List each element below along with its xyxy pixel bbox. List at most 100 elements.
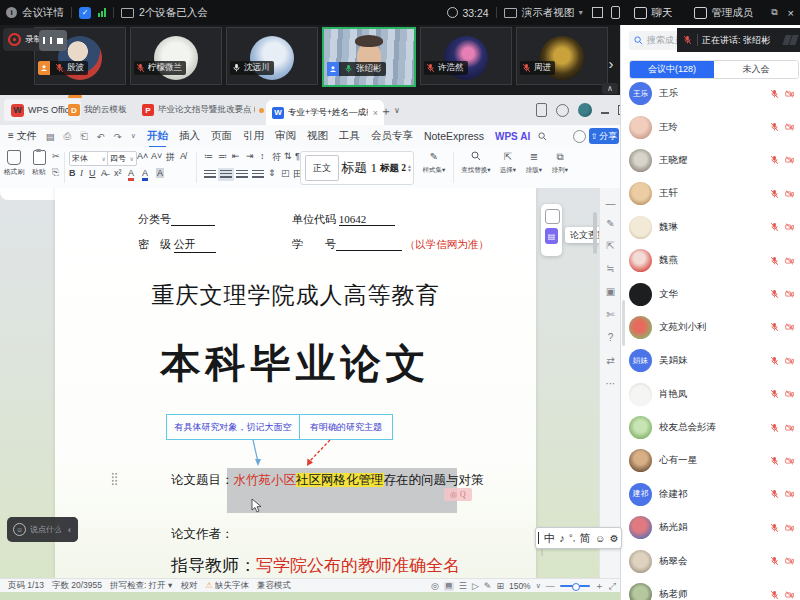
share-button[interactable]: ⇧分享	[589, 128, 619, 144]
emoji-icon[interactable]: ☺	[13, 523, 26, 536]
arrange-button[interactable]: ⧉ 排列▾	[548, 151, 572, 175]
select-button[interactable]: ⇱ 选择▾	[496, 151, 520, 175]
redo-icon[interactable]: ↷	[114, 131, 122, 142]
mic-muted-icon[interactable]	[770, 423, 779, 433]
save-icon[interactable]: ▤	[46, 131, 55, 142]
increase-font-icon[interactable]: A˄	[137, 151, 148, 161]
search-icon[interactable]	[538, 127, 547, 145]
list-scrollbar[interactable]	[622, 300, 625, 346]
quick-chat-toast[interactable]: ☺ 说点什么... ‹	[7, 517, 78, 542]
view-read-icon[interactable]: ▷	[472, 581, 479, 591]
doc-tab-1[interactable]: D 我的云模板	[62, 99, 140, 121]
tab-list-icon[interactable]: ∨	[394, 106, 400, 115]
camera-off-icon[interactable]	[785, 89, 794, 99]
doc-tab-active[interactable]: W 专业+学号+姓名—成教论文新模板 ×	[266, 100, 384, 125]
participant-row[interactable]: 魏琳	[621, 211, 800, 244]
menu-item[interactable]: 工具	[339, 129, 360, 143]
camera-off-icon[interactable]	[785, 189, 794, 199]
camera-off-icon[interactable]	[785, 423, 794, 433]
camera-off-icon[interactable]	[785, 556, 794, 566]
mic-muted-icon[interactable]	[770, 590, 779, 600]
doc-tab-2[interactable]: P 毕业论文指导暨批改要点 (2024.2	[136, 99, 270, 121]
camera-off-icon[interactable]	[785, 489, 794, 499]
video-tile[interactable]: 柠檬微兰	[130, 27, 222, 85]
cut-tool-icon[interactable]: ✄	[604, 309, 617, 320]
tool-icon[interactable]	[545, 209, 560, 224]
theme-icon[interactable]: ◎	[431, 581, 439, 591]
style-heading1[interactable]: 标题 1	[339, 159, 379, 177]
mic-muted-icon[interactable]	[770, 155, 779, 165]
gallery-scroll-icons[interactable]: ▲▼	[407, 164, 412, 172]
ime-voice-icon[interactable]: ♪	[559, 532, 565, 544]
style-set-button[interactable]: ✎ 样式集▾	[420, 151, 448, 175]
style-heading2[interactable]: 标题 2	[379, 162, 407, 175]
participant-row[interactable]: 王晓耀	[621, 144, 800, 177]
stop-icon[interactable]	[57, 38, 63, 44]
participant-row[interactable]: 魏燕	[621, 244, 800, 277]
proofread[interactable]: 校对	[180, 580, 197, 592]
participant-row[interactable]: 娟妹 吴娟妹	[621, 344, 800, 377]
menu-item[interactable]: 插入	[179, 129, 200, 143]
print-icon[interactable]: ⎙	[64, 130, 72, 142]
zoom-level[interactable]: 150%	[509, 581, 531, 591]
camera-off-icon[interactable]	[785, 256, 794, 266]
outdent-icon[interactable]: ⇤	[232, 151, 240, 161]
mic-muted-icon[interactable]	[770, 89, 779, 99]
camera-off-icon[interactable]	[785, 389, 794, 399]
camera-off-icon[interactable]	[785, 590, 794, 600]
camera-off-icon[interactable]	[785, 289, 794, 299]
bullet-list-icon[interactable]: ≔	[204, 151, 213, 161]
camera-off-icon[interactable]	[785, 456, 794, 466]
word-count[interactable]: 字数 20/3955	[52, 580, 102, 592]
number-list-icon[interactable]: ≕	[218, 151, 227, 161]
zoom-out-icon[interactable]: —	[546, 581, 555, 591]
mobile-icon[interactable]	[536, 103, 547, 117]
menu-item[interactable]: 会员专享	[371, 129, 413, 143]
menu-item[interactable]: 引用	[243, 129, 264, 143]
indent-icon[interactable]: ⇥	[246, 151, 254, 161]
mic-muted-icon[interactable]	[770, 456, 779, 466]
meeting-details[interactable]: 会议详情	[22, 6, 64, 20]
camera-off-icon[interactable]	[785, 122, 794, 132]
participant-row[interactable]: 心有一星	[621, 444, 800, 477]
highlight-color-button[interactable]: A	[128, 168, 134, 181]
view-outline-icon[interactable]: ☰	[459, 581, 467, 591]
drag-handle-icon[interactable]	[111, 472, 118, 486]
ime-emoji-icon[interactable]: ☺	[595, 533, 605, 544]
shading-icon[interactable]: ◰	[281, 168, 290, 178]
underline-button[interactable]: U	[89, 168, 96, 178]
zoom-in-icon[interactable]: ＋	[595, 580, 604, 593]
image-icon[interactable]: ▣	[604, 286, 617, 297]
view-web-icon[interactable]: ✎	[484, 581, 492, 591]
mic-muted-icon[interactable]	[770, 556, 779, 566]
participant-row[interactable]: 杨光娟	[621, 511, 800, 544]
paste-button[interactable]: 粘贴	[27, 150, 51, 177]
char-shading-button[interactable]: A	[156, 168, 164, 178]
mic-muted-icon[interactable]	[770, 289, 779, 299]
camera-off-icon[interactable]	[785, 322, 794, 332]
close-panel-icon[interactable]: ×	[788, 7, 794, 19]
participant-row[interactable]: 文苑刘小利	[621, 311, 800, 344]
menu-item[interactable]: 审阅	[275, 129, 296, 143]
compat-mode[interactable]: 兼容模式	[257, 580, 291, 592]
participant-row[interactable]: 杨老师	[621, 578, 800, 600]
doc-scrollbar[interactable]	[593, 212, 597, 254]
mic-muted-icon[interactable]	[770, 356, 779, 366]
italic-button[interactable]: I	[80, 168, 83, 178]
mic-muted-icon[interactable]	[770, 489, 779, 499]
mic-muted-icon[interactable]	[770, 222, 779, 232]
align-justify-icon[interactable]	[220, 170, 232, 179]
participant-row[interactable]: 肖艳凤	[621, 378, 800, 411]
collapse-videos-icon[interactable]: ∧	[602, 83, 618, 94]
strikethrough-icon[interactable]: A̶	[101, 168, 107, 178]
ime-lang[interactable]: 中	[544, 531, 555, 546]
select-tool-icon[interactable]: ⇱	[604, 240, 617, 251]
pause-icon[interactable]	[43, 37, 52, 44]
mic-muted-icon[interactable]	[770, 189, 779, 199]
menu-item[interactable]: 页面	[211, 129, 232, 143]
author-line[interactable]: 论文作者：	[171, 526, 234, 543]
phone-icon[interactable]	[611, 6, 620, 19]
align-left-icon[interactable]	[204, 170, 216, 179]
cut-icon[interactable]: ✂	[52, 151, 60, 161]
participant-row[interactable]: 建祁 徐建祁	[621, 478, 800, 511]
